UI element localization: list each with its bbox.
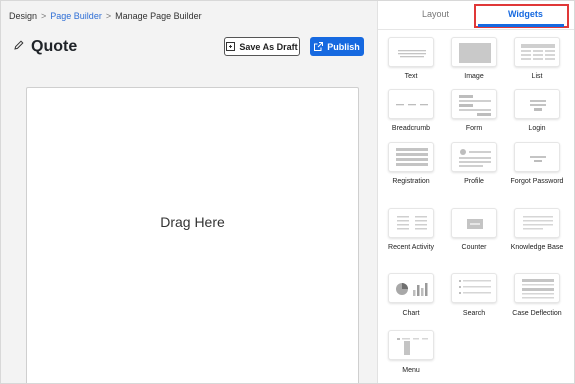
- widget-text[interactable]: [388, 37, 434, 67]
- widget-label-image: Image: [464, 73, 484, 80]
- widget-menu[interactable]: [388, 330, 434, 360]
- chart-widget-icon: [396, 283, 428, 296]
- widget-breadcrumb[interactable]: [388, 89, 434, 119]
- profile-widget-icon: [459, 149, 491, 167]
- tab-divider: [378, 29, 574, 30]
- widget-label-chart: Chart: [402, 310, 420, 317]
- builder-workspace: Design > Page Builder > Manage Page Builder …: [1, 1, 377, 383]
- edit-title-pencil-icon[interactable]: [13, 38, 31, 56]
- breadcrumb-separator: >: [41, 11, 47, 21]
- page-title: Quote: [31, 38, 78, 55]
- widget-profile[interactable]: [451, 142, 497, 172]
- list-widget-icon: [521, 44, 555, 60]
- form-widget-icon: [459, 95, 491, 116]
- publish-label: Publish: [327, 41, 360, 52]
- menu-widget-icon: [397, 338, 428, 355]
- widget-label-search: Search: [462, 310, 486, 317]
- breadcrumb-widget-icon: [396, 104, 428, 106]
- widget-knowledge-base[interactable]: [514, 208, 560, 238]
- knowledge-base-widget-icon: [523, 216, 553, 230]
- drop-zone[interactable]: Drag Here: [26, 87, 359, 383]
- widget-registration[interactable]: [388, 142, 434, 172]
- widget-image[interactable]: [451, 37, 497, 67]
- tab-layout[interactable]: Layout: [422, 9, 449, 19]
- recent-activity-widget-icon: [397, 216, 427, 230]
- text-widget-icon: [398, 50, 426, 58]
- breadcrumb-page-builder[interactable]: Page Builder: [50, 11, 102, 21]
- external-link-icon: [314, 42, 324, 51]
- widget-label-list: List: [531, 73, 543, 80]
- widget-label-menu: Menu: [402, 367, 420, 374]
- search-widget-icon: [459, 280, 491, 294]
- widget-label-breadcrumb: Breadcrumb: [391, 125, 431, 132]
- breadcrumb-current: Manage Page Builder: [115, 11, 202, 21]
- widget-case-deflection[interactable]: [514, 273, 560, 303]
- breadcrumb-design[interactable]: Design: [9, 11, 37, 21]
- active-tab-indicator: [478, 24, 564, 27]
- case-deflection-widget-icon: [522, 279, 554, 299]
- widget-label-form: Form: [465, 125, 483, 132]
- login-widget-icon: [530, 100, 546, 111]
- title-row: Quote: [13, 37, 77, 57]
- save-as-draft-button[interactable]: Save As Draft: [224, 37, 300, 56]
- widget-label-registration: Registration: [392, 178, 430, 185]
- publish-button[interactable]: Publish: [310, 37, 364, 56]
- widget-label-text: Text: [404, 73, 418, 80]
- save-draft-icon: [226, 42, 236, 51]
- widget-search[interactable]: [451, 273, 497, 303]
- widget-label-recent-activity: Recent Activity: [388, 244, 434, 251]
- save-as-draft-label: Save As Draft: [239, 41, 298, 52]
- widget-list[interactable]: [514, 37, 560, 67]
- widget-label-case-deflection: Case Deflection: [512, 310, 562, 317]
- forgot-password-widget-icon: [530, 156, 546, 162]
- widget-recent-activity[interactable]: [388, 208, 434, 238]
- page-builder-window: Design > Page Builder > Manage Page Builder …: [0, 0, 575, 384]
- breadcrumb: Design > Page Builder > Manage Page Builder: [9, 11, 202, 21]
- drag-here-placeholder: Drag Here: [160, 214, 225, 230]
- registration-widget-icon: [396, 148, 428, 166]
- widget-form[interactable]: [451, 89, 497, 119]
- breadcrumb-separator: >: [105, 11, 112, 21]
- widget-label-counter: Counter: [461, 244, 487, 251]
- counter-widget-icon: [467, 219, 483, 229]
- widget-login[interactable]: [514, 89, 560, 119]
- widget-label-profile: Profile: [464, 178, 484, 185]
- image-widget-icon: [459, 43, 491, 63]
- widget-label-knowledge-base: Knowledge Base: [510, 244, 564, 251]
- tab-widgets[interactable]: Widgets: [508, 9, 543, 19]
- widget-forgot-password[interactable]: [514, 142, 560, 172]
- widget-label-forgot-password: Forgot Password: [510, 178, 564, 185]
- widgets-panel: Layout Widgets Text Image List Breadcrum…: [377, 1, 574, 383]
- widget-label-login: Login: [528, 125, 546, 132]
- widget-counter[interactable]: [451, 208, 497, 238]
- widget-chart[interactable]: [388, 273, 434, 303]
